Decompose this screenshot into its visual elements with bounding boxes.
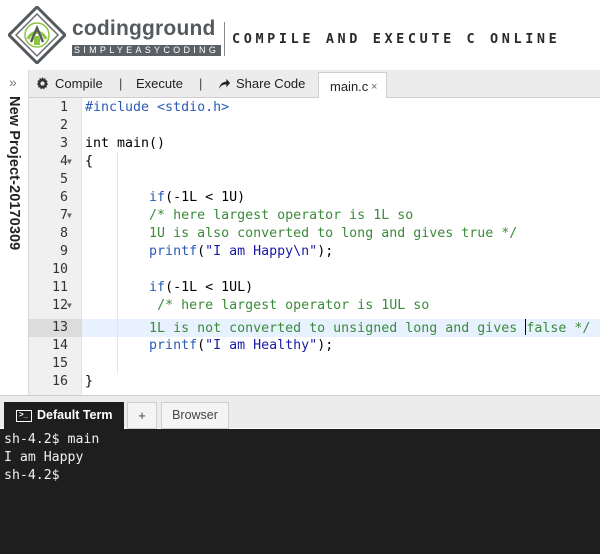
terminal-line: sh-4.2$ <box>4 468 60 483</box>
file-tab-main-c[interactable]: main.c × <box>318 72 387 99</box>
line-number: 4 <box>59 154 68 169</box>
terminal-icon: >_ <box>16 410 32 422</box>
line-number: 6 <box>59 190 68 205</box>
code-line[interactable]: 3 int main() <box>29 135 600 153</box>
line-number: 8 <box>59 226 68 241</box>
gear-icon <box>36 77 49 90</box>
fold-icon[interactable]: ▼ <box>67 153 72 171</box>
project-sidebar: » New Project-20170309 <box>0 70 29 395</box>
add-tab-button[interactable]: + <box>127 402 157 429</box>
toolbar-separator: | <box>119 76 123 91</box>
terminal-line: I am Happy <box>4 450 84 465</box>
code-line[interactable]: 8 1U is also converted to long and gives… <box>29 225 600 243</box>
site-header: codingground SIMPLYEASYCODING COMPILE AN… <box>0 0 600 70</box>
code-line[interactable]: 1 #include <stdio.h> <box>29 99 600 117</box>
line-number: 5 <box>59 172 68 187</box>
line-number: 12 <box>51 298 68 313</box>
code-line[interactable]: 2 <box>29 117 600 135</box>
fold-icon[interactable]: ▼ <box>67 297 72 315</box>
code-line[interactable]: 4 ▼{ <box>29 153 600 171</box>
terminal-line: sh-4.2$ main <box>4 432 100 447</box>
close-icon[interactable]: × <box>371 79 377 95</box>
execute-button[interactable]: Execute <box>136 76 183 92</box>
tab-browser[interactable]: Browser <box>161 402 229 429</box>
code-editor[interactable]: 1 #include <stdio.h> 2 3 int main() 4 ▼{ 5 … <box>29 98 600 395</box>
line-number: 7 <box>59 208 68 223</box>
code-line[interactable]: 14 printf("I am Healthy"); <box>29 337 600 355</box>
line-number: 14 <box>51 338 68 353</box>
collapse-icon[interactable]: » <box>9 75 17 89</box>
code-line[interactable]: 16} <box>29 373 600 391</box>
code-line[interactable]: 6 if(-1L < 1U) <box>29 189 600 207</box>
line-number: 11 <box>51 280 68 295</box>
editor-toolbar: Compile | Execute | Share Code <box>29 70 600 98</box>
line-number: 13 <box>51 320 68 335</box>
code-line-active[interactable]: 13 1L is not converted to unsigned long … <box>29 319 600 337</box>
toolbar-separator: | <box>199 76 203 91</box>
line-number: 1 <box>59 100 68 115</box>
line-number: 16 <box>51 374 68 389</box>
line-number: 3 <box>59 136 68 151</box>
line-number: 15 <box>51 356 68 371</box>
line-number: 2 <box>59 118 68 133</box>
line-number: 9 <box>59 244 68 259</box>
code-line[interactable]: 12 ▼ /* here largest operator is 1UL so <box>29 297 600 315</box>
code-line[interactable]: 15 <box>29 355 600 373</box>
brand[interactable]: codingground SIMPLYEASYCODING <box>72 17 222 58</box>
share-code-button[interactable]: Share Code <box>218 76 305 92</box>
terminal-output[interactable]: sh-4.2$ main I am Happy sh-4.2$ <box>0 429 600 554</box>
project-name[interactable]: New Project-20170309 <box>6 96 22 250</box>
compile-button[interactable]: Compile <box>36 76 103 92</box>
page-title: COMPILE AND EXECUTE C ONLINE <box>232 31 561 47</box>
tab-default-term-label: Default Term <box>37 408 113 422</box>
fold-icon[interactable]: ▼ <box>67 207 72 225</box>
share-icon <box>218 78 231 90</box>
code-line[interactable]: 9 printf("I am Happy\n"); <box>29 243 600 261</box>
code-line[interactable]: 10 <box>29 261 600 279</box>
brand-name: codingground <box>72 17 216 40</box>
file-tab-label: main.c <box>330 79 369 94</box>
compile-label: Compile <box>55 76 103 91</box>
code-line[interactable]: 5 <box>29 171 600 189</box>
code-line[interactable]: 7 ▼ /* here largest operator is 1L so <box>29 207 600 225</box>
line-number: 10 <box>51 262 68 277</box>
brand-tagline: SIMPLYEASYCODING <box>72 45 222 56</box>
share-code-label: Share Code <box>236 76 306 91</box>
header-divider <box>224 22 225 56</box>
logo-icon[interactable] <box>8 6 66 64</box>
code-line[interactable]: 11 if(-1L < 1UL) <box>29 279 600 297</box>
tab-default-term[interactable]: >_ Default Term <box>4 402 124 430</box>
